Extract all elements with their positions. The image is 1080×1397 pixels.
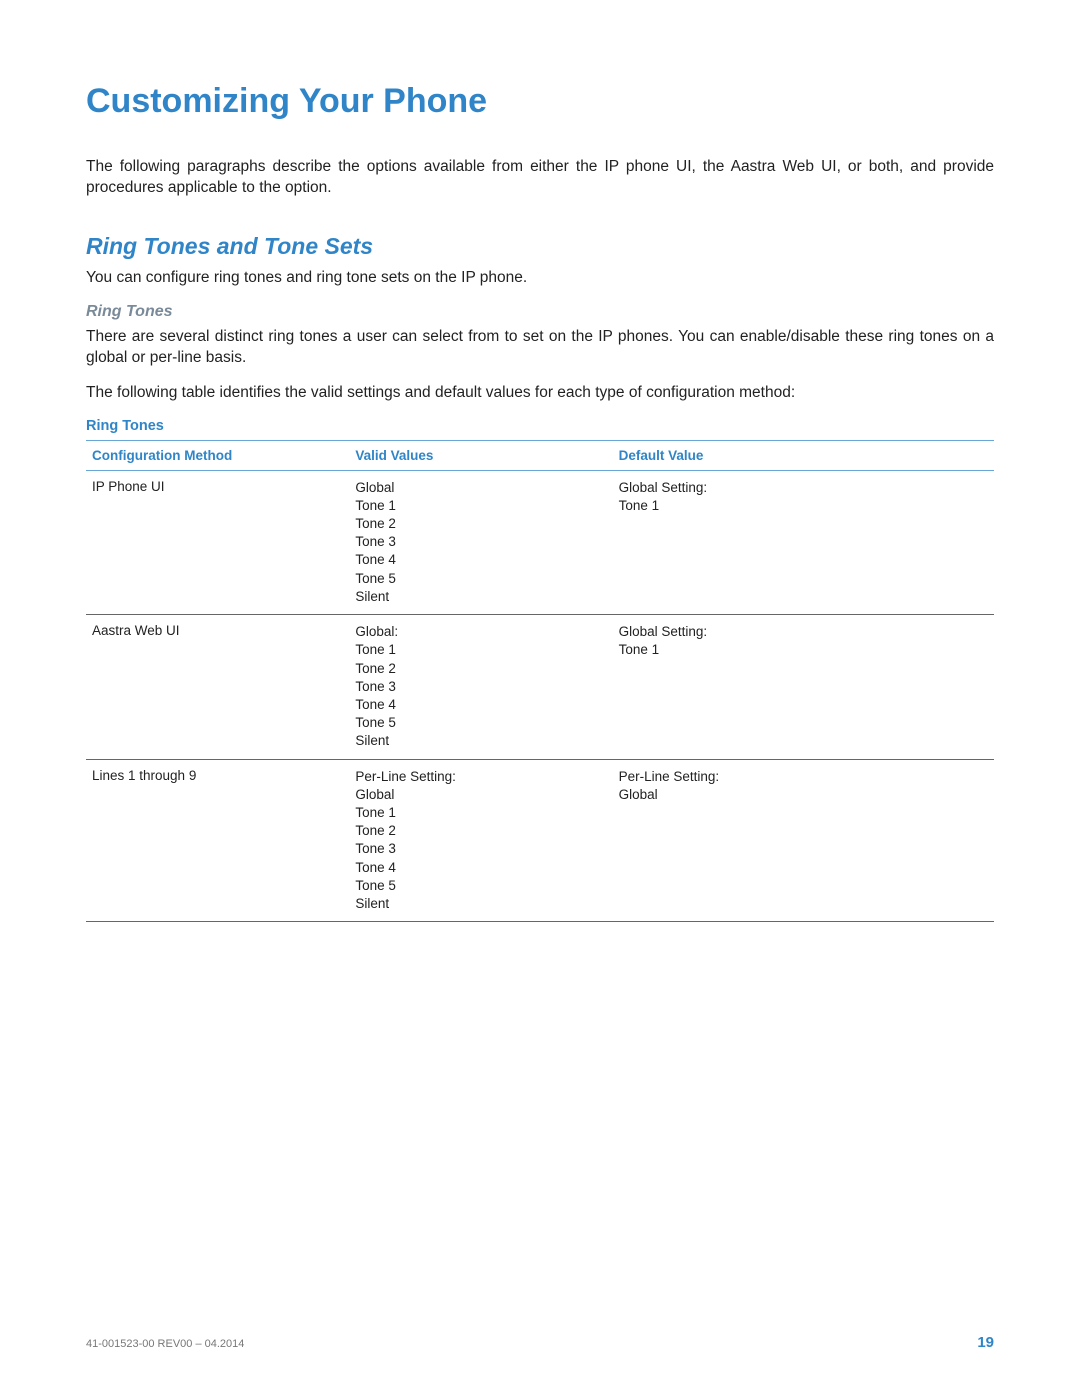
cell-valid: Global:Tone 1Tone 2Tone 3Tone 4Tone 5Sil… xyxy=(349,615,612,760)
table-row: IP Phone UIGlobalTone 1Tone 2Tone 3Tone … xyxy=(86,470,994,615)
subsection-text-1: There are several distinct ring tones a … xyxy=(86,327,994,369)
ring-tones-table: Configuration Method Valid Values Defaul… xyxy=(86,440,994,923)
page-number: 19 xyxy=(977,1334,994,1351)
table-row: Lines 1 through 9Per-Line Setting:Global… xyxy=(86,759,994,922)
cell-valid: Per-Line Setting:GlobalTone 1Tone 2Tone … xyxy=(349,759,612,922)
th-default: Default Value xyxy=(613,440,994,470)
subsection-heading: Ring Tones xyxy=(86,303,994,321)
cell-default: Global Setting:Tone 1 xyxy=(613,470,994,615)
page-footer: 41-001523-00 REV00 – 04.2014 19 xyxy=(86,1334,994,1351)
section-text: You can configure ring tones and ring to… xyxy=(86,268,994,289)
chapter-title: Customizing Your Phone xyxy=(86,82,994,121)
doc-id: 41-001523-00 REV00 – 04.2014 xyxy=(86,1338,244,1350)
th-valid: Valid Values xyxy=(349,440,612,470)
cell-method: Aastra Web UI xyxy=(86,615,349,760)
table-row: Aastra Web UIGlobal:Tone 1Tone 2Tone 3To… xyxy=(86,615,994,760)
section-heading: Ring Tones and Tone Sets xyxy=(86,233,994,260)
cell-default: Per-Line Setting:Global xyxy=(613,759,994,922)
th-method: Configuration Method xyxy=(86,440,349,470)
table-title: Ring Tones xyxy=(86,418,994,434)
cell-default: Global Setting:Tone 1 xyxy=(613,615,994,760)
subsection-text-2: The following table identifies the valid… xyxy=(86,383,994,404)
intro-paragraph: The following paragraphs describe the op… xyxy=(86,157,994,199)
cell-method: IP Phone UI xyxy=(86,470,349,615)
cell-valid: GlobalTone 1Tone 2Tone 3Tone 4Tone 5Sile… xyxy=(349,470,612,615)
cell-method: Lines 1 through 9 xyxy=(86,759,349,922)
